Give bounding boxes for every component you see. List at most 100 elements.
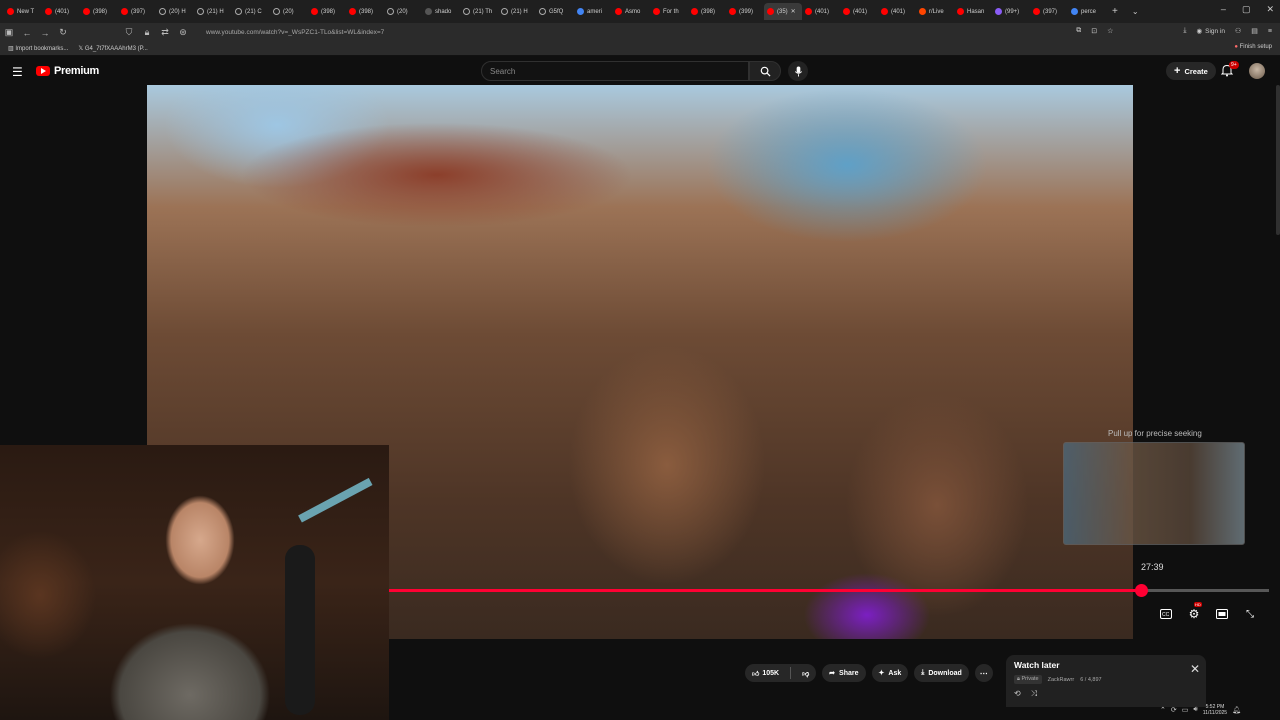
maximize-icon[interactable]: ▢ [1242, 4, 1251, 15]
browser-tab[interactable]: Hasan [954, 3, 992, 20]
browser-tab[interactable]: (20) [270, 3, 308, 20]
sign-in-button[interactable]: ◉ Sign in [1196, 27, 1225, 36]
playlist-owner[interactable]: ZackRawrr [1048, 677, 1075, 683]
browser-tab[interactable]: (401) [42, 3, 80, 20]
fullscreen-button[interactable]: ⤡ [1242, 606, 1258, 622]
extension-badge-icon[interactable]: ▤ [1251, 27, 1258, 35]
clock-time: 5:52 PM [1205, 703, 1225, 710]
sidebar-toggle-icon[interactable]: ▣ [0, 27, 18, 38]
browser-tab[interactable]: (399) [726, 3, 764, 20]
browser-tab[interactable]: (398) [346, 3, 384, 20]
tray-chevron-icon[interactable]: ⌃ [1160, 706, 1166, 714]
ask-button[interactable]: ✦ Ask [871, 664, 909, 682]
page-scrollbar[interactable] [1276, 85, 1280, 235]
browser-tab[interactable]: G5fQ [536, 3, 574, 20]
theater-mode-button[interactable] [1214, 606, 1230, 622]
browser-tab[interactable]: perce [1068, 3, 1106, 20]
extensions-icon[interactable]: ⚇ [1235, 27, 1241, 35]
lock-icon[interactable]: 🔒︎ [138, 27, 156, 38]
finish-setup-link[interactable]: ● Finish setup [1234, 44, 1272, 50]
browser-tab[interactable]: (20) [384, 3, 422, 20]
browser-tab[interactable]: (21) H [194, 3, 232, 20]
forward-icon[interactable]: → [36, 28, 54, 38]
bookmark-x-post[interactable]: 𝕏 G4_7t7fXAAAhrM3 (P... [78, 45, 147, 52]
close-playlist-icon[interactable]: ✕ [1190, 662, 1200, 676]
tab-label: (99+) [1005, 8, 1020, 15]
permissions-icon[interactable]: ⇄ [156, 27, 174, 38]
browser-tab[interactable]: (21) C [232, 3, 270, 20]
browser-tab[interactable]: (21) H [498, 3, 536, 20]
playlist-title[interactable]: Watch later [1014, 660, 1198, 670]
browser-tab[interactable]: New T [4, 3, 42, 20]
volume-icon[interactable]: 🔊︎ [1193, 706, 1197, 714]
screenshot-icon[interactable]: ⊡ [1091, 27, 1097, 35]
network-icon[interactable]: ▭ [1182, 706, 1189, 714]
streamer-webcam-overlay [0, 445, 389, 720]
voice-search-button[interactable] [788, 61, 808, 81]
browser-tab[interactable]: ameri [574, 3, 612, 20]
menu-icon[interactable]: ≡ [1268, 28, 1272, 35]
browser-tab[interactable]: (401) [878, 3, 916, 20]
close-tab-icon[interactable]: ✕ [791, 8, 796, 15]
search-input[interactable]: Search [481, 61, 749, 81]
browser-tab[interactable]: (397) [1030, 3, 1068, 20]
download-button[interactable]: ⤓ Download [914, 664, 969, 682]
create-button[interactable]: + Create [1166, 62, 1216, 80]
like-button[interactable]: 👍︎ 105K [745, 664, 786, 682]
back-icon[interactable]: ← [18, 28, 36, 38]
sparkle-icon: ✦ [878, 670, 885, 677]
browser-tab[interactable]: shado [422, 3, 460, 20]
search-button[interactable] [749, 61, 781, 81]
bookmark-import[interactable]: ▥ Import bookmarks... [8, 45, 68, 52]
more-actions-button[interactable]: ⋯ [974, 664, 993, 682]
pip-icon[interactable]: ⧉ [1076, 27, 1081, 35]
settings-button[interactable]: ⚙ HD [1186, 602, 1202, 622]
browser-tab[interactable]: (397) [118, 3, 156, 20]
tab-favicon-icon [729, 8, 736, 15]
divider [790, 667, 792, 679]
close-window-icon[interactable]: ✕ [1266, 4, 1274, 15]
dislike-button[interactable]: 👎︎ [795, 664, 816, 682]
youtube-header: ☰ Premium Search + Create 9+ [0, 57, 1280, 85]
shuffle-icon[interactable]: ⤨ [1031, 689, 1037, 699]
progress-scrubber[interactable] [1134, 584, 1148, 597]
account-avatar[interactable] [1249, 63, 1265, 79]
subtitles-button[interactable]: CC [1158, 606, 1174, 622]
tab-favicon-icon [425, 8, 432, 15]
bookmark-star-icon[interactable]: ☆ [1107, 27, 1113, 35]
new-tab-button[interactable]: + [1112, 6, 1118, 17]
browser-tab[interactable]: (401) [802, 3, 840, 20]
tray-app-icon[interactable]: ⟳ [1171, 706, 1177, 714]
browser-tab[interactable]: (401) [840, 3, 878, 20]
hamburger-menu-icon[interactable]: ☰ [12, 65, 23, 79]
browser-tab[interactable]: (398) [80, 3, 118, 20]
tracking-icon[interactable]: ⊛ [174, 27, 192, 38]
share-icon: ➦ [829, 670, 836, 677]
browser-tab[interactable]: (21) Th [460, 3, 498, 20]
loop-icon[interactable]: ⟲ [1014, 689, 1021, 699]
browser-tab[interactable]: For th [650, 3, 688, 20]
tab-label: (397) [1043, 8, 1058, 15]
browser-tab[interactable]: (99+) [992, 3, 1030, 20]
reload-icon[interactable]: ↻ [54, 27, 72, 38]
browser-tab[interactable]: (398) [308, 3, 346, 20]
url-input[interactable]: www.youtube.com/watch?v=_WsPZC1-TLo&list… [206, 29, 384, 36]
plus-icon: + [1174, 65, 1181, 77]
notification-center-icon[interactable]: 🔔︎ [1232, 706, 1241, 714]
tab-label: (398) [701, 8, 716, 15]
browser-tab[interactable]: Asmo [612, 3, 650, 20]
system-clock[interactable]: 5:52 PM 11/11/2025 [1203, 704, 1227, 716]
tab-list-chevron-icon[interactable]: ⌄ [1132, 7, 1139, 16]
tab-label: (399) [739, 8, 754, 15]
tab-favicon-icon [881, 8, 888, 15]
browser-tab[interactable]: (20) H [156, 3, 194, 20]
browser-tab[interactable]: (35) ✕ [764, 3, 802, 20]
browser-tab[interactable]: (398) [688, 3, 726, 20]
downloads-icon[interactable]: ⤓ [1183, 27, 1186, 35]
youtube-logo[interactable]: Premium [36, 65, 99, 77]
minimize-icon[interactable]: – [1221, 4, 1226, 15]
browser-tab[interactable]: r/Live [916, 3, 954, 20]
shield-icon[interactable]: ⛉ [120, 27, 138, 38]
share-button[interactable]: ➦ Share [822, 664, 866, 682]
progress-bar[interactable] [389, 584, 1269, 597]
